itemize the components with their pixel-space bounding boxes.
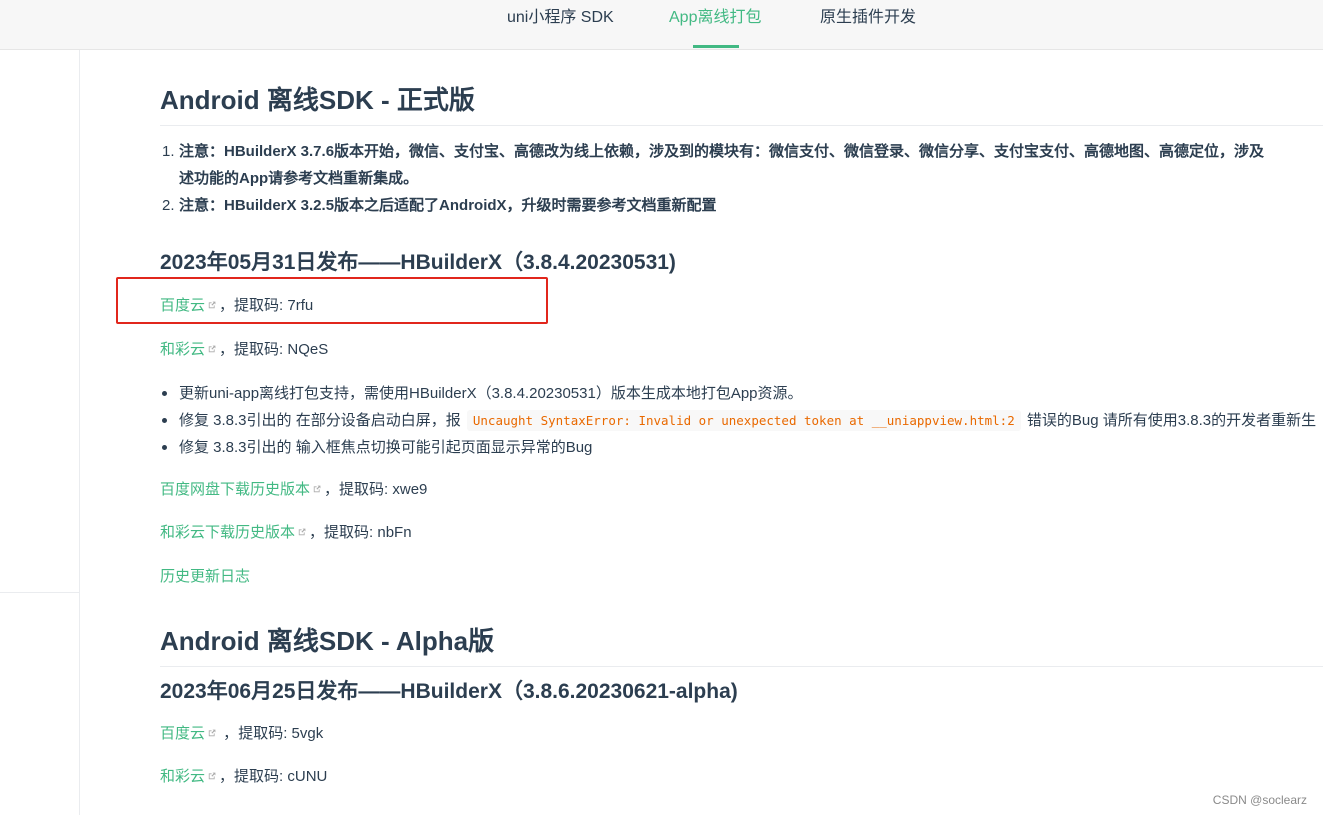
alpha-hecai-cloud-link[interactable]: 和彩云 — [160, 768, 205, 785]
change-text: 错误的Bug 请所有使用3.8.3的开发者重新生 — [1022, 412, 1317, 429]
change-item: 修复 3.8.3引出的 在部分设备启动白屏，报 Uncaught SyntaxE… — [160, 407, 1323, 434]
section-title-alpha: Android 离线SDK - Alpha版 — [160, 624, 1323, 667]
change-text: 修复 3.8.3引出的 输入框焦点切换可能引起页面显示异常的Bug — [179, 439, 593, 456]
changes-list: 更新uni-app离线打包支持，需使用HBuilderX（3.8.4.20230… — [160, 380, 1323, 461]
section-title-stable: Android 离线SDK - 正式版 — [160, 83, 1323, 126]
nav-item-app-offline[interactable]: App离线打包 — [669, 0, 761, 50]
extract-code: 提取码: xwe9 — [339, 481, 428, 498]
external-link-icon — [298, 528, 306, 536]
change-item: 更新uni-app离线打包支持，需使用HBuilderX（3.8.4.20230… — [160, 380, 1323, 407]
note-text-line: 注意：HBuilderX 3.7.6版本开始，微信、支付宝、高德改为线上依赖，涉… — [179, 143, 1265, 160]
change-item: 修复 3.8.3引出的 输入框焦点切换可能引起页面显示异常的Bug — [160, 434, 1323, 461]
history-baidu: 百度网盘下载历史版本 ，提取码: xwe9 — [160, 479, 427, 501]
nav-item-native-plugin[interactable]: 原生插件开发 — [820, 0, 916, 50]
notes-list: 1. 注意：HBuilderX 3.7.6版本开始，微信、支付宝、高德改为线上依… — [160, 138, 1323, 219]
bullet — [162, 418, 167, 423]
highlight-annotation-box — [116, 277, 548, 324]
separator: ， — [219, 768, 235, 785]
extract-code: 提取码: cUNU — [234, 768, 328, 785]
alpha-baidu-cloud-link[interactable]: 百度云 — [160, 725, 205, 742]
note-item: 1. 注意：HBuilderX 3.7.6版本开始，微信、支付宝、高德改为线上依… — [160, 138, 1323, 192]
active-nav-underline — [693, 45, 739, 48]
separator: ， — [309, 524, 325, 541]
external-link-icon — [208, 729, 216, 737]
external-link-icon — [208, 345, 216, 353]
csdn-watermark: CSDN @soclearz — [1212, 793, 1307, 807]
sidebar[interactable] — [0, 50, 80, 815]
separator: ， — [219, 725, 239, 742]
separator: ， — [324, 481, 340, 498]
change-text: 更新uni-app离线打包支持，需使用HBuilderX（3.8.4.20230… — [179, 385, 803, 402]
release-title-stable: 2023年05月31日发布——HBuilderX（3.8.4.20230531) — [160, 251, 676, 274]
bullet — [162, 391, 167, 396]
bullet — [162, 445, 167, 450]
note-text-line: 述功能的App请参考文档重新集成。 — [179, 170, 419, 187]
extract-code: 提取码: nbFn — [324, 524, 412, 541]
external-link-icon — [313, 485, 321, 493]
download-hecai: 和彩云 ，提取码: NQeS — [160, 339, 328, 361]
external-link-icon — [208, 772, 216, 780]
change-text: 修复 3.8.3引出的 在部分设备启动白屏，报 — [179, 412, 465, 429]
extract-code: 提取码: 5vgk — [238, 725, 324, 742]
note-item: 2. 注意：HBuilderX 3.2.5版本之后适配了AndroidX，升级时… — [160, 192, 1323, 219]
alpha-download-hecai: 和彩云 ，提取码: cUNU — [160, 766, 327, 788]
hecai-history-link[interactable]: 和彩云下载历史版本 — [160, 524, 295, 541]
note-number: 2. — [162, 197, 175, 214]
note-number: 1. — [162, 143, 175, 160]
extract-code: 提取码: NQeS — [234, 341, 329, 358]
hecai-cloud-link[interactable]: 和彩云 — [160, 341, 205, 358]
separator: ， — [219, 341, 235, 358]
top-nav: uni小程序 SDK App离线打包 原生插件开发 — [0, 0, 1323, 50]
alpha-download-baidu: 百度云 ，提取码: 5vgk — [160, 723, 323, 745]
main-content: Android 离线SDK - 正式版 1. 注意：HBuilderX 3.7.… — [160, 50, 1323, 815]
baidu-history-link[interactable]: 百度网盘下载历史版本 — [160, 481, 310, 498]
sidebar-divider — [0, 592, 80, 593]
release-title-alpha: 2023年06月25日发布——HBuilderX（3.8.6.20230621-… — [160, 680, 738, 703]
history-hecai: 和彩云下载历史版本 ，提取码: nbFn — [160, 522, 412, 544]
changelog-link[interactable]: 历史更新日志 — [160, 568, 250, 585]
changelog-row: 历史更新日志 — [160, 566, 250, 588]
error-code-snippet: Uncaught SyntaxError: Invalid or unexpec… — [466, 410, 1021, 431]
nav-item-uni-sdk[interactable]: uni小程序 SDK — [507, 0, 614, 50]
note-text-line: 注意：HBuilderX 3.2.5版本之后适配了AndroidX，升级时需要参… — [179, 197, 717, 214]
